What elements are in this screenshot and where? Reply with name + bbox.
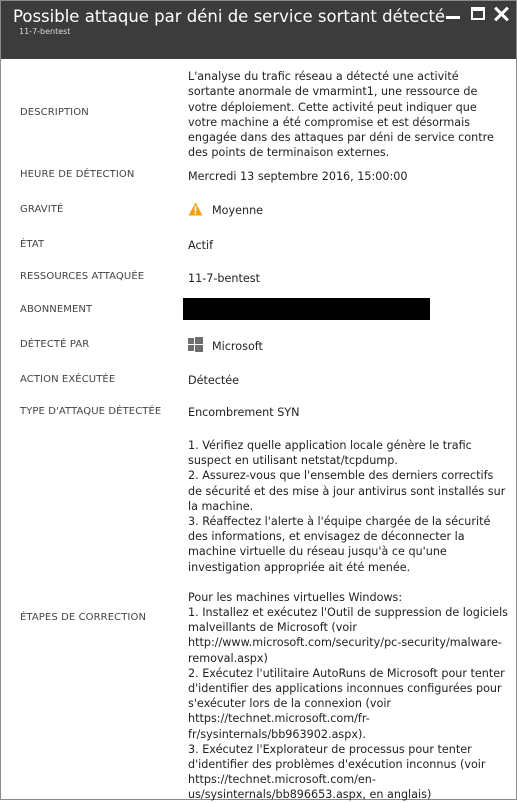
description-value: L'analyse du trafic réseau a détecté une… [188,70,494,160]
windows-step: 1. Installez et exécutez l'Outil de supp… [188,606,509,665]
maximize-button[interactable] [469,6,487,22]
subscription-label: ABONNEMENT [20,304,93,315]
action-value: Détectée [188,374,240,387]
remediation-step: 3. Réaffectez l'alerte à l'équipe chargé… [188,515,491,574]
remediation-step: 1. Vérifiez quelle application locale gé… [188,439,472,468]
action-label: ACTION EXÉCUTÉE [20,374,116,385]
description-label: DESCRIPTION [20,107,89,118]
attack-type-label: TYPE D'ATTAQUE DÉTECTÉE [20,406,162,417]
resources-value: 11-7-bentest [188,272,260,285]
detected-by-text: Microsoft [212,340,263,353]
remediation-step: 2. Assurez-vous que l'ensemble des derni… [188,469,506,513]
blade-title: Possible attaque par déni de service sor… [13,7,446,26]
minimize-button[interactable] [444,6,462,22]
blade-subtitle: 11-7-bentest [19,27,71,36]
detection-time-label: HEURE DE DÉTECTION [20,169,135,180]
windows-heading: Pour les machines virtuelles Windows: [188,590,403,604]
remediation-value: 1. Vérifiez quelle application locale gé… [188,438,508,803]
severity-value: Moyenne [188,202,508,220]
detected-by-label: DÉTECTÉ PAR [20,339,90,350]
detection-time-value: Mercredi 13 septembre 2016, 15:00:00 [188,170,408,183]
state-label: ÉTAT [20,239,45,250]
subscription-redacted [183,298,430,320]
close-button[interactable] [492,6,510,22]
windows-step: 3. Exécutez l'Explorateur de processus p… [188,742,486,802]
severity-label: GRAVITÉ [20,204,64,215]
blade-header: Possible attaque par déni de service sor… [1,1,516,59]
state-value: Actif [188,239,214,252]
detected-by-value: Microsoft [188,337,508,354]
windows-logo-icon [188,337,203,352]
attack-type-value: Encombrement SYN [188,406,300,419]
resources-label: RESSOURCES ATTAQUÉE [20,271,145,282]
windows-step: 2. Exécutez l'utilitaire AutoRuns de Mic… [188,666,505,741]
remediation-label: ÉTAPES DE CORRECTION [20,612,147,623]
warning-icon [188,202,203,220]
severity-text: Moyenne [212,204,264,217]
